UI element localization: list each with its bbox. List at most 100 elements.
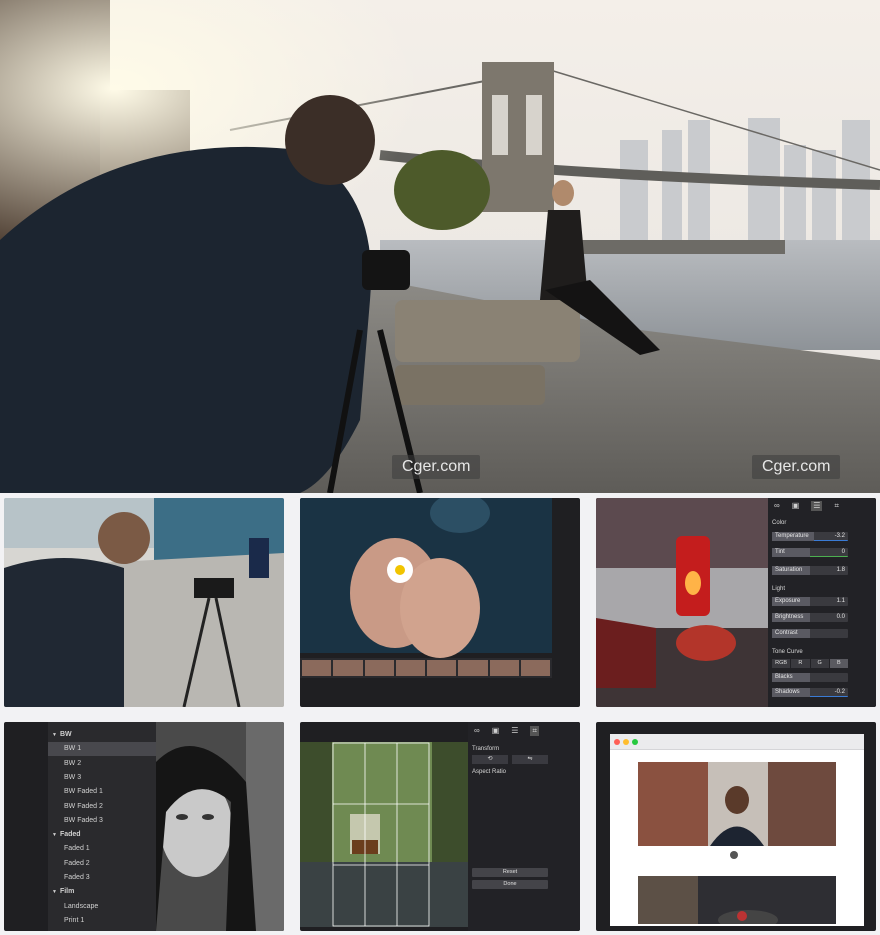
preset-group-header[interactable]: ▼ BW bbox=[52, 728, 156, 742]
section-light: Light bbox=[772, 586, 786, 592]
preset-group-header[interactable]: ▼ Faded bbox=[52, 828, 156, 842]
filmstrip-thumb[interactable] bbox=[364, 660, 394, 676]
tint-slider[interactable]: Tint 0 bbox=[772, 548, 848, 557]
section-color: Color bbox=[772, 520, 787, 526]
infinity-icon[interactable]: ∞ bbox=[774, 501, 780, 511]
tone-channel-tabs: RGB R G B bbox=[772, 659, 848, 668]
panel-toolbar: ∞ ▣ ☰ ⌗ bbox=[774, 501, 839, 511]
tone-channel-b[interactable]: B bbox=[829, 659, 848, 668]
filmstrip-thumb[interactable] bbox=[427, 660, 457, 676]
browser-photo-2 bbox=[638, 876, 836, 924]
hero-photo: Cger.com Cger.com bbox=[0, 0, 880, 493]
shadows-slider[interactable]: Shadows -0.2 bbox=[772, 688, 848, 697]
minimize-dot-icon[interactable] bbox=[623, 739, 629, 745]
avatar bbox=[730, 851, 738, 859]
hero-scene bbox=[0, 0, 880, 493]
preset-item[interactable]: Faded 2 bbox=[52, 857, 156, 871]
reset-button[interactable]: Reset bbox=[472, 868, 548, 877]
watermark-right: Cger.com bbox=[752, 455, 841, 479]
tile-editor-filmstrip bbox=[300, 498, 580, 707]
preset-item[interactable]: Faded 1 bbox=[52, 842, 156, 856]
exposure-value: 1.1 bbox=[836, 598, 845, 604]
rotate-left-button[interactable]: ⟲ bbox=[472, 755, 508, 764]
crop-icon[interactable]: ⌗ bbox=[834, 501, 839, 511]
temperature-slider[interactable]: Temperature -3.2 bbox=[772, 532, 848, 541]
blacks-slider[interactable]: Blacks bbox=[772, 673, 848, 682]
shadows-label: Shadows bbox=[775, 689, 800, 695]
tint-value: 0 bbox=[841, 549, 845, 555]
close-dot-icon[interactable] bbox=[614, 739, 620, 745]
preset-item[interactable]: BW Faded 1 bbox=[52, 785, 156, 799]
preset-item[interactable]: BW Faded 2 bbox=[52, 800, 156, 814]
tile-crop: ∞ ▣ ☰ ⌗ Transform ⟲ ⇋ Aspect Ratio Origi… bbox=[300, 722, 580, 931]
exposure-label: Exposure bbox=[775, 598, 801, 604]
tone-channel-rgb[interactable]: RGB bbox=[772, 659, 791, 668]
triangle-down-icon: ▼ bbox=[52, 832, 57, 839]
sliders-icon[interactable]: ☰ bbox=[511, 726, 518, 736]
preset-item[interactable]: Faded 3 bbox=[52, 871, 156, 885]
adjust-panel: ∞ ▣ ☰ ⌗ Color Temperature -3.2 Tint 0 Sa… bbox=[768, 498, 876, 707]
done-button[interactable]: Done bbox=[472, 880, 548, 889]
contrast-slider[interactable]: Contrast bbox=[772, 629, 848, 638]
preset-group-name: Film bbox=[59, 888, 75, 896]
flip-icon: ⇋ bbox=[527, 756, 533, 762]
sliders-icon[interactable]: ☰ bbox=[811, 501, 823, 511]
preset-item[interactable]: Landscape bbox=[52, 900, 156, 914]
rotate-left-icon: ⟲ bbox=[487, 756, 493, 762]
preset-item[interactable]: BW 2 bbox=[52, 757, 156, 771]
tone-channel-g[interactable]: G bbox=[810, 659, 829, 668]
saturation-value: 1.8 bbox=[836, 567, 845, 573]
filmstrip-thumb[interactable] bbox=[333, 660, 363, 676]
preset-item[interactable]: BW 1 bbox=[52, 742, 156, 756]
crop-panel: ∞ ▣ ☰ ⌗ Transform ⟲ ⇋ Aspect Ratio Origi… bbox=[468, 722, 580, 931]
brightness-slider[interactable]: Brightness 0.0 bbox=[772, 613, 848, 622]
aspect-ratio-label: Aspect Ratio bbox=[472, 769, 507, 775]
filmstrip-thumb[interactable] bbox=[520, 660, 550, 676]
preset-item[interactable]: BW Faded 3 bbox=[52, 814, 156, 828]
triangle-down-icon: ▼ bbox=[52, 889, 57, 896]
tile-browser bbox=[596, 722, 876, 931]
contrast-label: Contrast bbox=[775, 630, 798, 636]
infinity-icon[interactable]: ∞ bbox=[474, 726, 480, 736]
shadows-value: -0.2 bbox=[834, 689, 845, 695]
section-tone-curve: Tone Curve bbox=[772, 649, 803, 655]
photo-icon[interactable]: ▣ bbox=[492, 726, 500, 736]
preset-group-name: BW bbox=[59, 731, 72, 738]
saturation-label: Saturation bbox=[775, 567, 803, 573]
tile-adjust-panel: ∞ ▣ ☰ ⌗ Color Temperature -3.2 Tint 0 Sa… bbox=[596, 498, 876, 707]
filmstrip-thumb[interactable] bbox=[458, 660, 488, 676]
filmstrip-thumb[interactable] bbox=[395, 660, 425, 676]
temperature-label: Temperature bbox=[775, 533, 809, 539]
preset-group-name: Faded bbox=[59, 831, 81, 839]
browser-titlebar bbox=[610, 734, 864, 750]
filmstrip-thumb[interactable] bbox=[302, 660, 332, 676]
bw-portrait bbox=[156, 722, 284, 931]
watermark-left: Cger.com bbox=[392, 455, 481, 479]
photo-icon[interactable]: ▣ bbox=[792, 501, 800, 511]
tile-presets: ▼ BW BW 1 BW 2 BW 3 BW Faded 1 BW Faded 2 BW Fa… bbox=[4, 722, 284, 931]
crop-photo bbox=[300, 742, 468, 927]
exposure-slider[interactable]: Exposure 1.1 bbox=[772, 597, 848, 606]
crop-icon[interactable]: ⌗ bbox=[530, 726, 539, 736]
tone-channel-r[interactable]: R bbox=[791, 659, 810, 668]
brightness-label: Brightness bbox=[775, 614, 804, 620]
filmstrip-thumb[interactable] bbox=[489, 660, 519, 676]
transform-label: Transform bbox=[472, 746, 500, 752]
triangle-down-icon: ▼ bbox=[52, 732, 57, 738]
tint-label: Tint bbox=[775, 549, 785, 555]
preset-group-header[interactable]: ▼ Film bbox=[52, 885, 156, 899]
browser-window bbox=[610, 734, 864, 926]
maximize-dot-icon[interactable] bbox=[632, 739, 638, 745]
filmstrip[interactable] bbox=[302, 660, 550, 676]
flip-button[interactable]: ⇋ bbox=[512, 755, 548, 764]
brightness-value: 0.0 bbox=[836, 614, 845, 620]
street-scene bbox=[4, 498, 284, 707]
preset-item[interactable]: BW 3 bbox=[52, 771, 156, 785]
blacks-label: Blacks bbox=[775, 674, 793, 680]
tile-street-photographer bbox=[4, 498, 284, 707]
lantern-photo bbox=[596, 498, 768, 707]
preset-item[interactable]: Print 1 bbox=[52, 914, 156, 928]
browser-photo-1 bbox=[638, 762, 836, 846]
crop-toolbar: ∞ ▣ ☰ ⌗ bbox=[474, 726, 539, 736]
saturation-slider[interactable]: Saturation 1.8 bbox=[772, 566, 848, 575]
